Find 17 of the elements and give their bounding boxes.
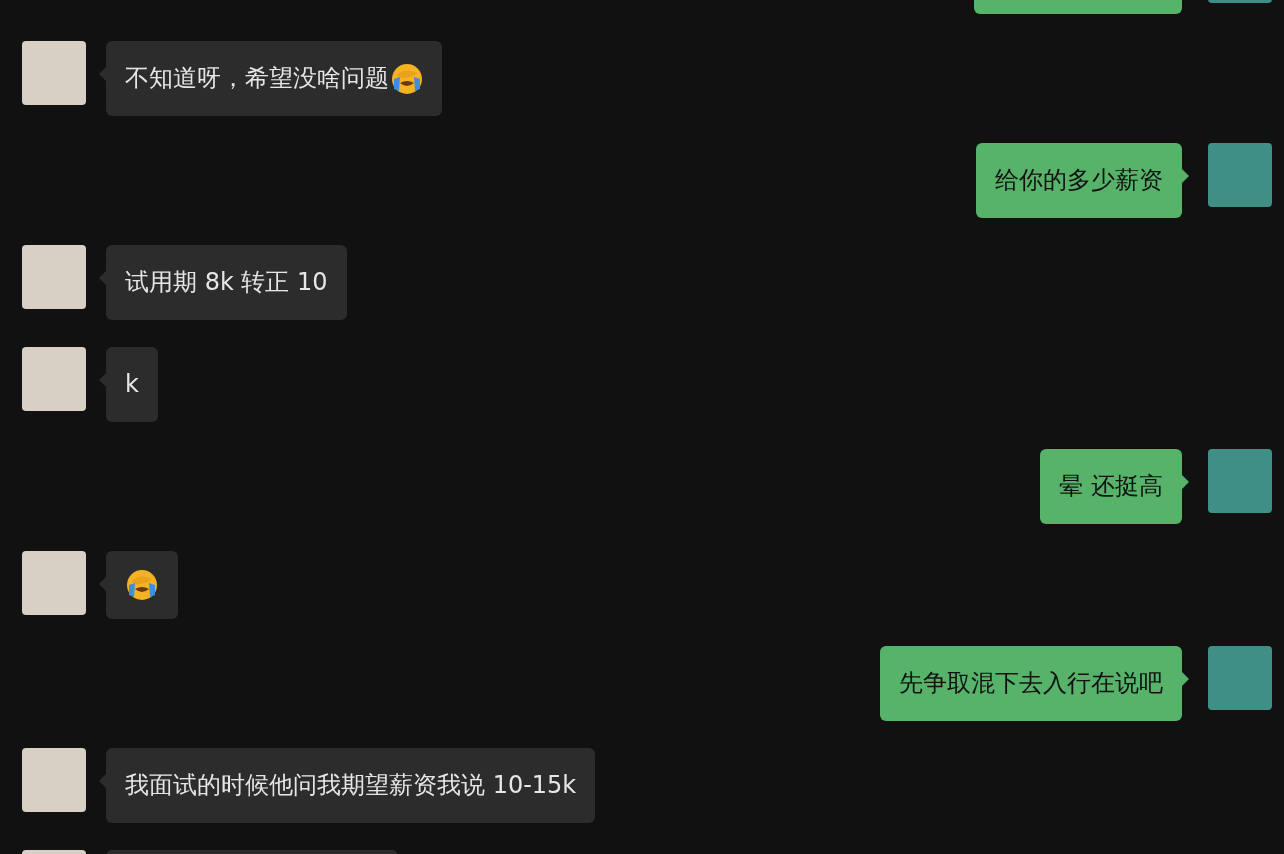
message-text: 给你的多少薪资 (995, 165, 1163, 196)
message-text: 我面试的时候他问我期望薪资我说 10-15k (125, 770, 577, 801)
avatar-photo[interactable] (1208, 143, 1272, 207)
facepalm-emoji-icon (126, 569, 158, 601)
message-text: 不知道呀，希望没啥问题 (125, 63, 389, 94)
message-text: 先争取混下去入行在说吧 (899, 668, 1163, 699)
message-text: 试用期 8k 转正 10 (125, 267, 328, 298)
message-text: k (125, 369, 139, 400)
avatar-photo[interactable] (22, 347, 86, 411)
avatar-photo[interactable] (1208, 449, 1272, 513)
avatar-photo[interactable] (1208, 646, 1272, 710)
message-text: 晕 还挺高 (1059, 471, 1163, 502)
avatar-photo[interactable] (22, 551, 86, 615)
facepalm-emoji-icon (391, 62, 423, 95)
avatar-photo[interactable] (22, 245, 86, 309)
avatar-photo[interactable] (22, 41, 86, 105)
avatar-photo[interactable] (22, 748, 86, 812)
